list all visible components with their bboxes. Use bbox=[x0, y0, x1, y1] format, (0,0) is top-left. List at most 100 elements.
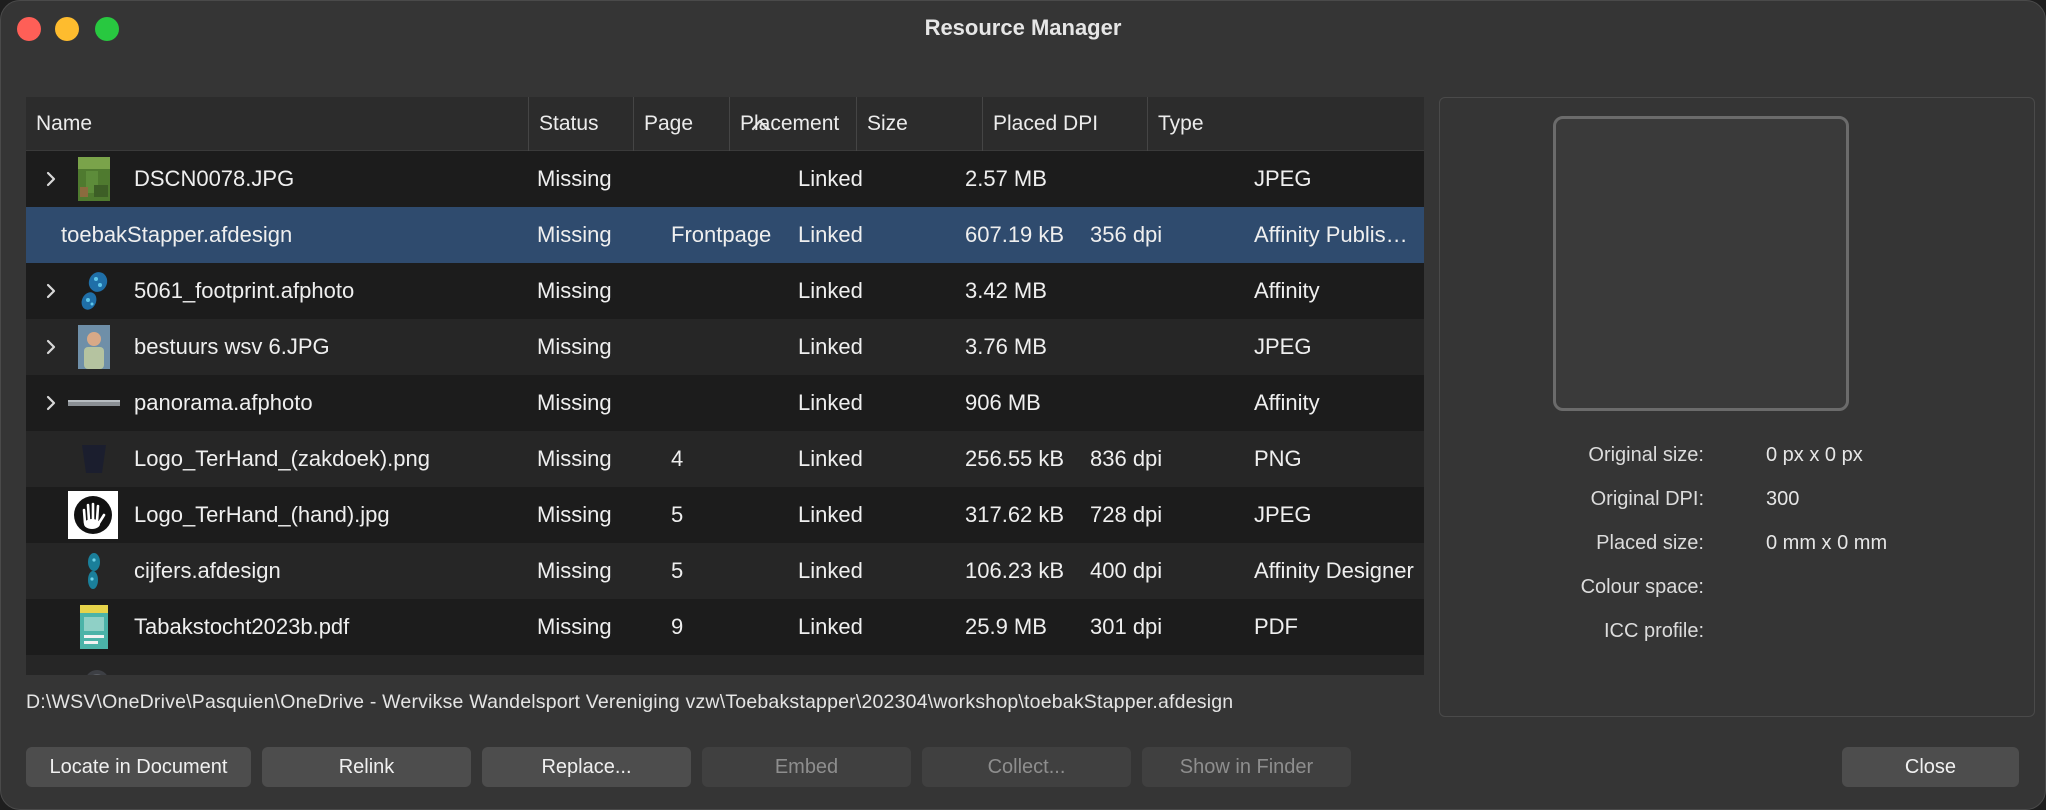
row-status: Missing bbox=[537, 166, 612, 191]
row-dpi: 301 dpi bbox=[1090, 614, 1163, 639]
table-row-selected[interactable]: toebakStapper.afdesign Missing Frontpage… bbox=[26, 207, 1424, 263]
row-page: 4 bbox=[671, 446, 684, 471]
column-header-placement[interactable]: Placement bbox=[729, 97, 856, 151]
table-row[interactable]: 5061_footprint.afphoto Missing Linked 3.… bbox=[26, 263, 1424, 319]
chevron-right-icon[interactable] bbox=[44, 170, 58, 188]
relink-button[interactable]: Relink bbox=[262, 747, 471, 787]
row-placement: Linked bbox=[798, 558, 863, 583]
row-type: JPEG bbox=[1254, 334, 1312, 359]
row-placement: Linked bbox=[798, 390, 863, 415]
column-header-dpi[interactable]: Placed DPI bbox=[982, 97, 1147, 151]
row-size: 317.62 kB bbox=[965, 502, 1065, 527]
embed-button[interactable]: Embed bbox=[702, 747, 911, 787]
close-button[interactable]: Close bbox=[1842, 747, 2019, 787]
column-header-page[interactable]: Page bbox=[633, 97, 729, 151]
row-page: 9 bbox=[671, 614, 684, 639]
row-placement: Linked bbox=[798, 334, 863, 359]
row-dpi bbox=[1090, 151, 1250, 207]
locate-in-document-button[interactable]: Locate in Document bbox=[26, 747, 251, 787]
resource-manager-window: Resource Manager Name Status Page Placem… bbox=[0, 0, 2046, 810]
footprint-thumbnail-icon bbox=[81, 272, 108, 310]
row-name: toebakStapper.afdesign bbox=[61, 222, 293, 247]
row-type: Affinity Publis… bbox=[1254, 222, 1408, 247]
colour-space-label: Colour space: bbox=[1580, 576, 1704, 598]
table-row[interactable]: bestuurs wsv 6.JPG Missing Linked 3.76 M… bbox=[26, 319, 1424, 375]
row-type: Affinity bbox=[1254, 278, 1320, 303]
row-placement: Linked bbox=[798, 446, 863, 471]
row-size: 256.55 kB bbox=[965, 446, 1065, 471]
row-type: PDF bbox=[1254, 614, 1298, 639]
row-size: 906 MB bbox=[965, 390, 1041, 415]
row-placement: Linked bbox=[798, 502, 863, 527]
row-name: cijfers.afdesign bbox=[134, 558, 281, 583]
photo-thumbnail-icon bbox=[78, 157, 110, 201]
person-photo-thumbnail-icon bbox=[78, 325, 110, 369]
row-page bbox=[642, 319, 728, 375]
row-size: 607.19 kB bbox=[965, 222, 1065, 247]
row-type: JPEG bbox=[1254, 502, 1312, 527]
collect-button[interactable]: Collect... bbox=[922, 747, 1131, 787]
original-dpi-value: 300 bbox=[1766, 488, 1800, 510]
resource-table: Name Status Page Placement Size Placed D… bbox=[26, 97, 1424, 675]
title-bar: Resource Manager bbox=[1, 1, 2045, 57]
pdf-thumbnail-icon bbox=[80, 605, 108, 649]
original-size-value: 0 px x 0 px bbox=[1766, 444, 1863, 466]
chevron-right-icon[interactable] bbox=[44, 282, 58, 300]
show-in-finder-button[interactable]: Show in Finder bbox=[1142, 747, 1351, 787]
row-page bbox=[642, 375, 728, 431]
row-page: Frontpage bbox=[671, 222, 772, 247]
table-row[interactable]: Tabakstocht2023b.pdf Missing 9 Linked 25… bbox=[26, 599, 1424, 655]
original-dpi-label: Original DPI: bbox=[1590, 488, 1704, 510]
row-dpi bbox=[1090, 375, 1250, 431]
row-page: 5 bbox=[671, 558, 684, 583]
row-name: DSCN0078.JPG bbox=[134, 166, 295, 191]
panorama-thumbnail-icon bbox=[68, 400, 120, 406]
row-size: 106.23 kB bbox=[965, 558, 1065, 583]
row-dpi: 836 dpi bbox=[1090, 446, 1163, 471]
row-size: 3.42 MB bbox=[965, 278, 1047, 303]
row-status: Missing bbox=[537, 334, 612, 359]
numbers-design-thumbnail-icon bbox=[88, 553, 100, 589]
table-row[interactable]: DSCN0078.JPG Missing Linked 2.57 MB JPEG bbox=[26, 151, 1424, 207]
table-row[interactable]: cijfers.afdesign Missing 5 Linked 106.23… bbox=[26, 543, 1424, 599]
placed-size-value: 0 mm x 0 mm bbox=[1766, 532, 1888, 554]
row-name: Logo_TerHand_(zakdoek).png bbox=[134, 446, 430, 471]
table-row-partial[interactable] bbox=[26, 655, 1424, 675]
row-size: 3.76 MB bbox=[965, 334, 1047, 359]
row-placement: Linked bbox=[798, 222, 863, 247]
table-header: Name Status Page Placement Size Placed D… bbox=[26, 97, 1424, 151]
row-dpi bbox=[1090, 319, 1250, 375]
row-name: 5061_footprint.afphoto bbox=[134, 278, 355, 303]
row-page bbox=[642, 151, 728, 207]
row-page bbox=[642, 263, 728, 319]
row-status: Missing bbox=[537, 502, 612, 527]
column-header-status[interactable]: Status bbox=[528, 97, 633, 151]
table-row[interactable]: Logo_TerHand_(hand).jpg Missing 5 Linked… bbox=[26, 487, 1424, 543]
preview-image bbox=[1553, 116, 1849, 411]
preview-panel: Original size: 0 px x 0 px Original DPI:… bbox=[1439, 97, 2035, 717]
row-status: Missing bbox=[537, 446, 612, 471]
window-title: Resource Manager bbox=[924, 15, 1122, 40]
row-dpi bbox=[1090, 263, 1250, 319]
row-name: panorama.afphoto bbox=[134, 390, 313, 415]
file-path: D:\WSV\OneDrive\Pasquien\OneDrive - Werv… bbox=[26, 691, 1234, 713]
row-status: Missing bbox=[537, 222, 612, 247]
column-header-type[interactable]: Type bbox=[1147, 97, 1424, 151]
row-size: 25.9 MB bbox=[965, 614, 1047, 639]
chevron-right-icon[interactable] bbox=[44, 394, 58, 412]
column-header-page-label: Page bbox=[644, 112, 694, 135]
column-header-name[interactable]: Name bbox=[26, 97, 528, 151]
row-dpi: 400 dpi bbox=[1090, 558, 1163, 583]
row-dpi: 728 dpi bbox=[1090, 502, 1163, 527]
row-status: Missing bbox=[537, 278, 612, 303]
icc-profile-label: ICC profile: bbox=[1603, 620, 1704, 642]
replace-button[interactable]: Replace... bbox=[482, 747, 691, 787]
row-type: Affinity Designer bbox=[1254, 558, 1414, 583]
row-placement: Linked bbox=[798, 614, 863, 639]
column-header-size[interactable]: Size bbox=[856, 97, 982, 151]
chevron-right-icon[interactable] bbox=[44, 338, 58, 356]
round-thumbnail-icon bbox=[87, 670, 107, 675]
row-type: JPEG bbox=[1254, 166, 1312, 191]
table-row[interactable]: panorama.afphoto Missing Linked 906 MB A… bbox=[26, 375, 1424, 431]
table-row[interactable]: Logo_TerHand_(zakdoek).png Missing 4 Lin… bbox=[26, 431, 1424, 487]
